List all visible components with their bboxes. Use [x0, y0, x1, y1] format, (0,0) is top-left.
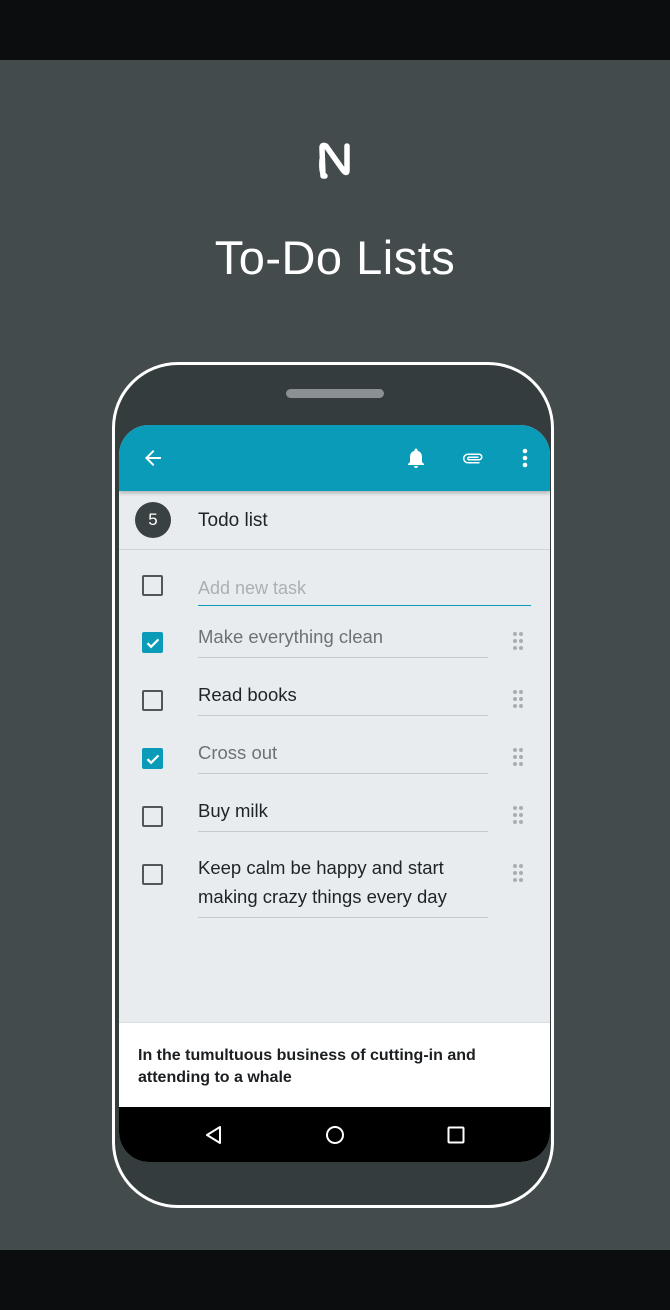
- task-checkbox-checked[interactable]: [142, 632, 163, 653]
- task-checkbox[interactable]: [142, 806, 163, 827]
- task-text[interactable]: Cross out: [198, 738, 488, 774]
- list-title[interactable]: Todo list: [198, 510, 268, 532]
- nav-recents-square-icon[interactable]: [443, 1122, 469, 1148]
- promo-title: To-Do Lists: [214, 231, 456, 284]
- arrow-left-icon[interactable]: [139, 444, 167, 472]
- phone-frame: 5 Todo list Make everything clean Read b…: [112, 362, 554, 1208]
- app-toolbar: [119, 425, 550, 491]
- task-checkbox-checked[interactable]: [142, 748, 163, 769]
- note-preview[interactable]: In the tumultuous business of cutting-in…: [119, 1022, 550, 1108]
- task-checkbox[interactable]: [142, 690, 163, 711]
- task-checkbox[interactable]: [142, 864, 163, 885]
- check-icon: [146, 754, 159, 764]
- nav-home-circle-icon[interactable]: [322, 1122, 348, 1148]
- drag-handle-icon[interactable]: [510, 804, 526, 826]
- bell-icon[interactable]: [402, 444, 430, 472]
- paperclip-icon[interactable]: [459, 444, 487, 472]
- drag-handle-icon[interactable]: [510, 862, 526, 884]
- task-text[interactable]: Buy milk: [198, 796, 488, 832]
- drag-handle-icon[interactable]: [510, 688, 526, 710]
- task-text[interactable]: Keep calm be happy and start making craz…: [198, 853, 488, 918]
- app-screen: 5 Todo list Make everything clean Read b…: [119, 425, 550, 1162]
- app-logo: [0, 140, 670, 180]
- phone-speaker: [286, 389, 384, 398]
- nav-back-triangle-icon[interactable]: [201, 1122, 227, 1148]
- drag-handle-icon[interactable]: [510, 746, 526, 768]
- system-navigation-bar: [119, 1107, 550, 1162]
- list-header: 5 Todo list: [119, 491, 550, 550]
- note-text: In the tumultuous business of cutting-in…: [138, 1047, 476, 1086]
- task-count-badge: 5: [135, 502, 171, 538]
- add-task-input[interactable]: [198, 571, 531, 606]
- check-icon: [146, 638, 159, 648]
- more-vert-icon[interactable]: [511, 444, 539, 472]
- new-task-checkbox: [142, 575, 163, 596]
- drag-handle-icon[interactable]: [510, 630, 526, 652]
- n-logo-icon: [319, 142, 350, 179]
- promo-background: To-Do Lists 5 Todo list Add new task Mak…: [0, 60, 670, 1250]
- task-text[interactable]: Read books: [198, 680, 488, 716]
- task-text[interactable]: Make everything clean: [198, 622, 488, 658]
